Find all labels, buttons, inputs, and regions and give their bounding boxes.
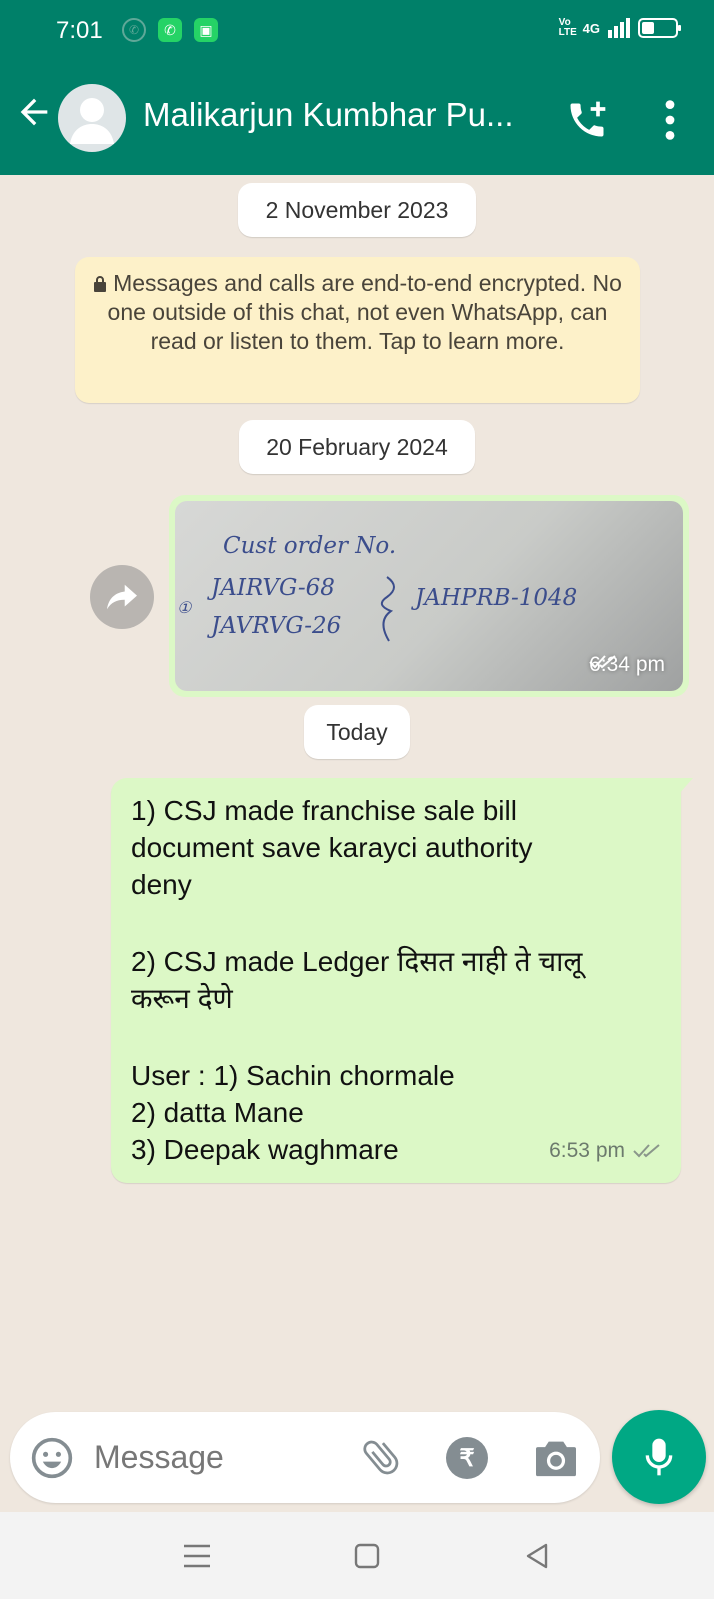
chat-area[interactable]: 2 November 2023 Messages and calls are e… <box>0 175 714 1510</box>
double-check-icon <box>633 1143 660 1157</box>
message-spacer <box>131 903 661 943</box>
handwritten-note-image[interactable]: Cust order No. JAIRVG-68 JAVRVG-26 JAHPR… <box>175 501 683 691</box>
double-check-icon <box>589 655 616 669</box>
recents-menu-icon[interactable] <box>180 1540 214 1572</box>
back-triangle-icon[interactable] <box>520 1540 554 1572</box>
attach-icon[interactable] <box>360 1434 404 1480</box>
system-navigation-bar <box>0 1512 714 1599</box>
lock-icon <box>94 276 107 292</box>
chat-header: Malikarjun Kumbhar Pu... <box>0 64 714 175</box>
forward-button[interactable] <box>90 565 154 629</box>
image-message[interactable]: Cust order No. JAIRVG-68 JAVRVG-26 JAHPR… <box>169 495 689 697</box>
message-line: deny <box>131 869 192 900</box>
handwriting-bullet: ① <box>177 598 193 617</box>
message-meta: 6:53 pm <box>549 1132 663 1169</box>
message-line: User : 1) Sachin chormale <box>131 1060 455 1091</box>
date-chip: Today <box>304 705 410 759</box>
date-chip: 20 February 2024 <box>239 420 475 474</box>
handwriting-line-3: JAVRVG-26 <box>207 613 341 639</box>
encryption-text: Messages and calls are end-to-end encryp… <box>107 270 622 354</box>
handwriting-line-2a: JAIRVG-68 <box>207 575 335 601</box>
message-meta: 6:34 pm <box>589 653 665 677</box>
message-line: करून देणे <box>131 983 233 1014</box>
text-message[interactable]: 1) CSJ made franchise sale bill document… <box>111 778 693 1183</box>
message-input[interactable] <box>94 1432 344 1482</box>
notification-icons: ✆ ✆ ▣ <box>122 18 218 42</box>
handwriting-line-1: Cust order No. <box>223 533 396 559</box>
contact-avatar[interactable] <box>58 84 126 152</box>
mic-icon <box>645 1438 673 1476</box>
message-spacer <box>131 1017 661 1057</box>
back-arrow-icon[interactable] <box>14 92 54 132</box>
camera-icon[interactable] <box>534 1438 578 1478</box>
handwriting-brace <box>380 576 395 642</box>
status-bar: 7:01 ✆ ✆ ▣ Vo LTE 4G <box>0 0 714 64</box>
date-chip: 2 November 2023 <box>238 183 476 237</box>
voice-record-button[interactable] <box>612 1410 706 1504</box>
message-line: 2) datta Mane <box>131 1097 304 1128</box>
network-type: 4G <box>582 20 600 36</box>
whatsapp-notification-icon: ✆ <box>122 18 146 42</box>
app-notification-icon: ▣ <box>194 18 218 42</box>
more-options-icon[interactable] <box>656 98 684 142</box>
status-time: 7:01 <box>56 17 103 44</box>
default-avatar-icon <box>70 98 114 144</box>
add-call-icon[interactable] <box>565 98 609 142</box>
handwriting-line-2b: JAHPRB-1048 <box>411 585 577 611</box>
message-line: document save karayci authority <box>131 832 533 863</box>
signal-icon <box>608 18 630 38</box>
contact-name[interactable]: Malikarjun Kumbhar Pu... <box>143 96 548 134</box>
message-line: 2) CSJ made Ledger दिसत नाही ते चालू <box>131 946 583 977</box>
encryption-notice[interactable]: Messages and calls are end-to-end encryp… <box>75 257 640 403</box>
battery-icon <box>638 18 681 38</box>
payment-rupee-icon[interactable]: ₹ <box>446 1437 488 1479</box>
message-line: 1) CSJ made franchise sale bill <box>131 795 517 826</box>
bubble-tail <box>679 778 693 794</box>
system-icons: Vo LTE 4G <box>558 17 681 38</box>
forward-icon <box>107 584 137 610</box>
emoji-icon[interactable] <box>30 1436 74 1480</box>
message-composer: ₹ <box>10 1412 600 1503</box>
message-time: 6:53 pm <box>549 1139 625 1162</box>
phone-notification-icon: ✆ <box>158 18 182 42</box>
home-icon[interactable] <box>350 1540 384 1572</box>
volte-indicator: Vo LTE <box>558 17 577 38</box>
